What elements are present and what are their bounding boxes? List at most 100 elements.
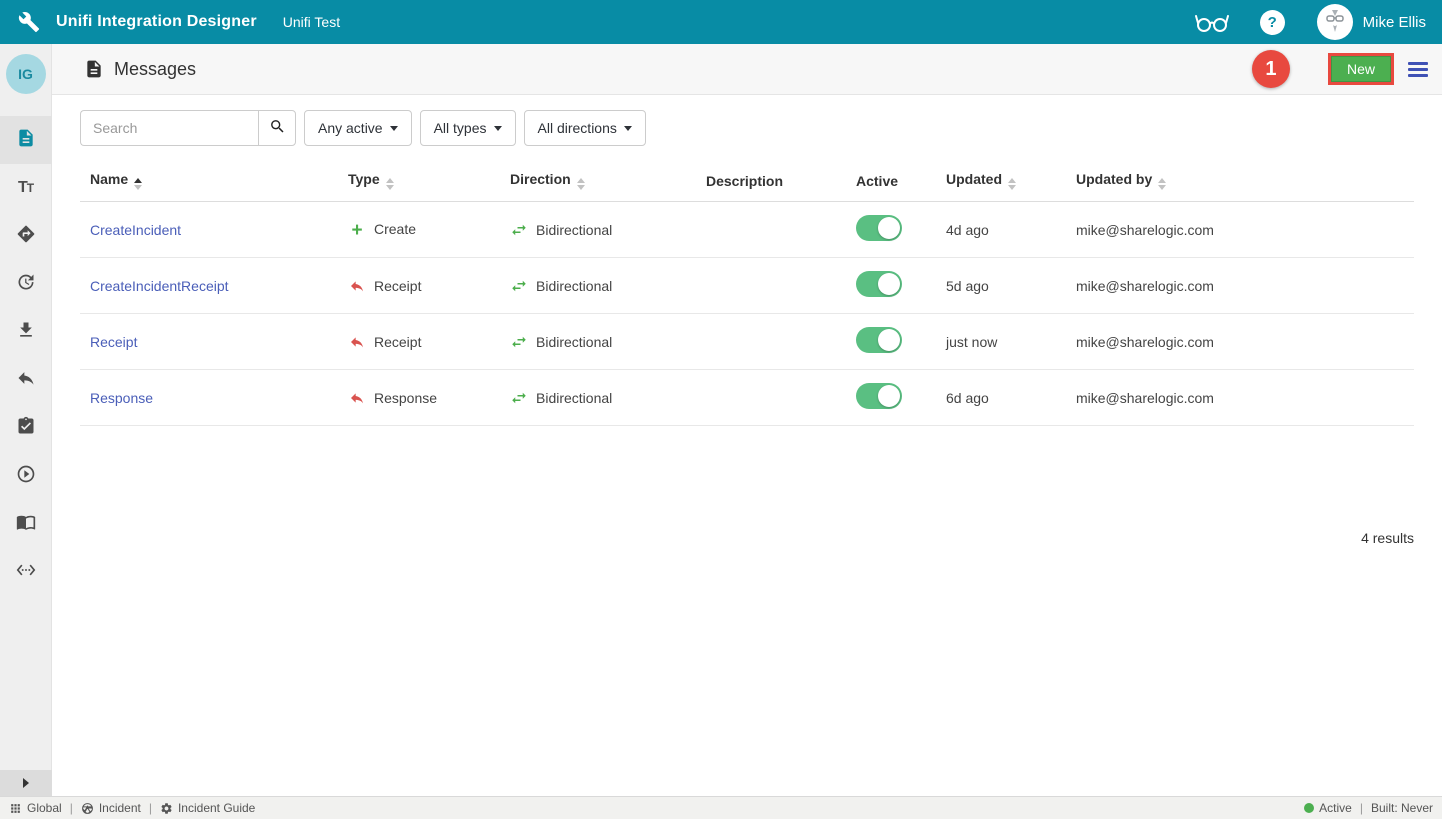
code-brackets-icon xyxy=(16,560,36,585)
description-cell xyxy=(696,314,846,370)
message-name-link[interactable]: Response xyxy=(90,390,153,406)
sidebar-item-fields[interactable]: TT xyxy=(0,164,52,212)
chevron-right-icon xyxy=(23,778,29,788)
results-count: 4 results xyxy=(80,530,1414,546)
active-toggle[interactable] xyxy=(856,271,902,297)
type-label: Receipt xyxy=(374,278,421,294)
status-bar: Global | Incident | Incident Guide Activ… xyxy=(0,796,1442,819)
filter-bar: Any active All types All directions xyxy=(80,110,1414,146)
process-selector[interactable]: Incident xyxy=(81,801,141,815)
column-header-updated[interactable]: Updated xyxy=(936,160,1066,202)
app-subtitle: Unifi Test xyxy=(283,14,340,30)
column-label: Type xyxy=(348,171,380,187)
types-filter-label: All types xyxy=(434,120,487,136)
active-toggle[interactable] xyxy=(856,327,902,353)
direction-label: Bidirectional xyxy=(536,390,612,406)
page-header: Messages 1 New xyxy=(52,44,1442,95)
page-title: Messages xyxy=(114,59,196,80)
table-header-row: NameTypeDirectionDescriptionActiveUpdate… xyxy=(80,160,1414,202)
wrench-icon xyxy=(18,11,40,33)
table-row: CreateIncidentReceipt Receipt Bidirectiona… xyxy=(80,258,1414,314)
sort-icon xyxy=(1008,178,1016,190)
search-button[interactable] xyxy=(258,110,296,146)
caret-down-icon xyxy=(624,126,632,131)
column-label: Description xyxy=(706,173,783,189)
updated-by-cell: mike@sharelogic.com xyxy=(1066,370,1414,426)
scope-selector[interactable]: Global xyxy=(9,801,62,815)
table-row: ResponseResponseBidirectional6d agomike@… xyxy=(80,370,1414,426)
column-header-updated-by[interactable]: Updated by xyxy=(1066,160,1414,202)
grid-apps-icon xyxy=(9,802,22,815)
sidebar-item-responses[interactable] xyxy=(0,356,52,404)
annotation-highlight-box: New xyxy=(1328,53,1394,85)
column-header-direction[interactable]: Direction xyxy=(500,160,696,202)
menu-icon[interactable] xyxy=(1408,62,1428,77)
search-input[interactable] xyxy=(80,110,258,146)
text-fields-icon: TT xyxy=(18,179,33,197)
bidirectional-arrows-icon xyxy=(510,390,528,406)
updated-cell: 5d ago xyxy=(936,258,1066,314)
reply-icon xyxy=(16,368,36,393)
sidebar-collapse-button[interactable] xyxy=(0,770,52,796)
updated-by-cell: mike@sharelogic.com xyxy=(1066,314,1414,370)
download-icon xyxy=(16,320,36,345)
scope-label: Global xyxy=(27,801,62,815)
message-name-link[interactable]: CreateIncident xyxy=(90,222,181,238)
direction-label: Bidirectional xyxy=(536,278,612,294)
table-row: CreateIncident+CreateBidirectional4d ago… xyxy=(80,202,1414,258)
glasses-icon[interactable] xyxy=(1194,10,1230,34)
sort-icon xyxy=(577,178,585,190)
sidebar-item-run[interactable] xyxy=(0,452,52,500)
process-label: Incident xyxy=(99,801,141,815)
reply-arrow-icon xyxy=(348,278,366,294)
user-avatar[interactable] xyxy=(1317,4,1353,40)
play-circle-icon xyxy=(16,464,36,489)
active-filter-dropdown[interactable]: Any active xyxy=(304,110,412,146)
directions-filter-label: All directions xyxy=(538,120,617,136)
table-row: ReceiptReceiptBidirectionaljust nowmike@… xyxy=(80,314,1414,370)
type-label: Response xyxy=(374,390,437,406)
updated-by-cell: mike@sharelogic.com xyxy=(1066,258,1414,314)
directions-filter-dropdown[interactable]: All directions xyxy=(524,110,646,146)
message-name-link[interactable]: Receipt xyxy=(90,334,137,350)
status-label: Active xyxy=(1319,801,1352,815)
sidebar-item-messages[interactable] xyxy=(0,116,52,164)
updated-by-cell: mike@sharelogic.com xyxy=(1066,202,1414,258)
guide-label: Incident Guide xyxy=(178,801,255,815)
updated-cell: 4d ago xyxy=(936,202,1066,258)
directions-diamond-icon xyxy=(16,224,36,249)
caret-down-icon xyxy=(494,126,502,131)
description-cell xyxy=(696,258,846,314)
column-header-name[interactable]: Name xyxy=(80,160,338,202)
help-icon[interactable]: ? xyxy=(1260,10,1285,35)
active-toggle[interactable] xyxy=(856,383,902,409)
built-label: Built: Never xyxy=(1371,801,1433,815)
sidebar-item-directions[interactable] xyxy=(0,212,52,260)
new-button[interactable]: New xyxy=(1331,56,1391,82)
annotation-callout-1: 1 xyxy=(1252,50,1290,88)
status-dot-icon xyxy=(1304,803,1314,813)
sidebar-item-tasks[interactable] xyxy=(0,404,52,452)
active-toggle[interactable] xyxy=(856,215,902,241)
app-title: Unifi Integration Designer xyxy=(56,13,257,31)
type-label: Create xyxy=(374,221,416,237)
create-plus-icon: + xyxy=(348,224,366,238)
column-header-description: Description xyxy=(696,160,846,202)
sidebar-item-import[interactable] xyxy=(0,308,52,356)
sidebar-item-code[interactable] xyxy=(0,548,52,596)
type-label: Receipt xyxy=(374,334,421,350)
user-name[interactable]: Mike Ellis xyxy=(1363,14,1426,31)
caret-down-icon xyxy=(390,126,398,131)
column-label: Updated xyxy=(946,171,1002,187)
search-icon xyxy=(269,118,286,138)
column-label: Direction xyxy=(510,171,571,187)
workspace-avatar[interactable]: IG xyxy=(6,54,46,94)
sidebar-item-documentation[interactable] xyxy=(0,500,52,548)
message-name-link[interactable]: CreateIncidentReceipt xyxy=(90,278,229,294)
sidebar-item-history[interactable] xyxy=(0,260,52,308)
column-header-type[interactable]: Type xyxy=(338,160,500,202)
guide-selector[interactable]: Incident Guide xyxy=(160,801,255,815)
updated-cell: just now xyxy=(936,314,1066,370)
bidirectional-arrows-icon xyxy=(510,222,528,238)
types-filter-dropdown[interactable]: All types xyxy=(420,110,516,146)
